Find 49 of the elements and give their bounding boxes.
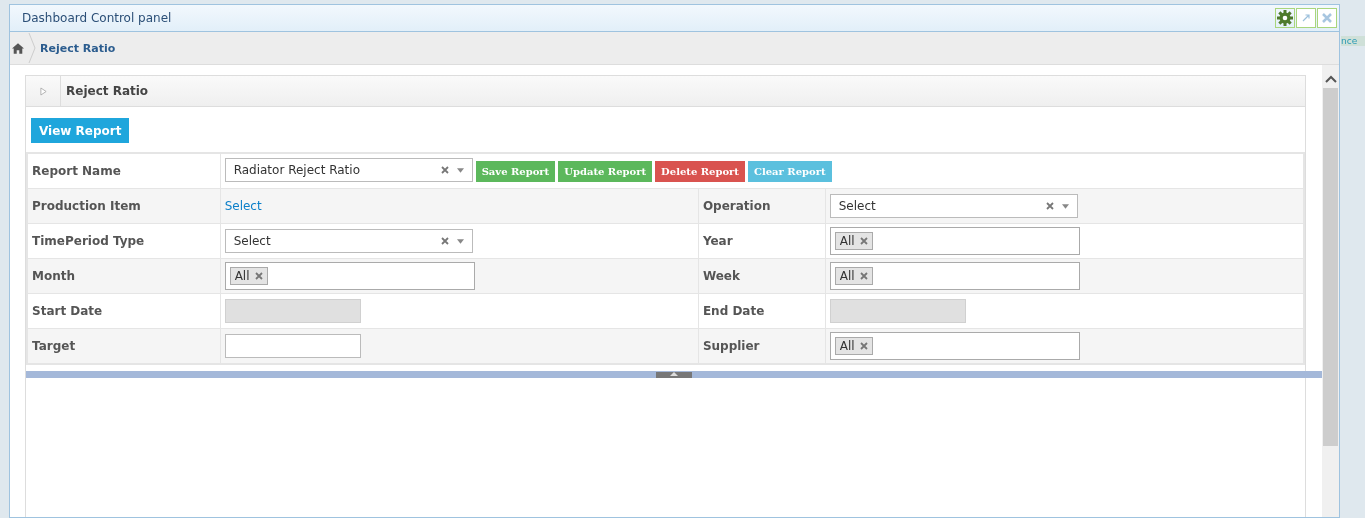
remove-tag-icon[interactable] xyxy=(859,342,868,350)
collapse-handle[interactable] xyxy=(656,372,692,378)
field-label: Start Date xyxy=(27,293,221,329)
selected-tag[interactable]: All xyxy=(834,267,873,285)
field-label: Month xyxy=(27,258,221,294)
selected-tag[interactable]: All xyxy=(229,267,268,285)
select-link[interactable]: Select xyxy=(224,199,262,213)
field-label: Year xyxy=(698,223,826,259)
home-icon[interactable] xyxy=(12,42,24,54)
remove-tag-icon[interactable] xyxy=(859,272,868,280)
remove-tag-icon[interactable] xyxy=(859,237,868,245)
scroll-thumb[interactable] xyxy=(1323,88,1338,446)
dropdown-caret-icon[interactable] xyxy=(456,238,464,244)
remove-tag-icon[interactable] xyxy=(254,272,263,280)
breadcrumb-separator-icon xyxy=(28,33,36,63)
field-label: Target xyxy=(27,328,221,364)
selected-tag[interactable]: All xyxy=(834,232,873,250)
background-window-text: nce xyxy=(1341,36,1359,46)
field-label: Supplier xyxy=(698,328,826,364)
select-field[interactable]: Select xyxy=(224,229,473,253)
settings-icon[interactable] xyxy=(1275,8,1295,28)
field-label: Week xyxy=(698,258,826,294)
scroll-up-icon[interactable] xyxy=(1324,75,1337,83)
field-label: Operation xyxy=(698,188,826,224)
report-select[interactable]: Radiator Reject Ratio xyxy=(224,158,473,182)
multi-select-field[interactable]: All xyxy=(224,262,475,290)
input-field[interactable] xyxy=(224,334,361,358)
window-title: Dashboard Control panel xyxy=(22,11,172,25)
breadcrumb-link[interactable]: Reject Ratio xyxy=(40,41,116,55)
select-field[interactable]: Select xyxy=(829,194,1078,218)
clear-icon[interactable] xyxy=(440,237,449,245)
multi-select-field[interactable]: All xyxy=(829,227,1080,255)
report-action-button[interactable]: Delete Report xyxy=(655,161,745,182)
scrollbar[interactable] xyxy=(1322,65,1339,517)
field-label: Production Item xyxy=(27,188,221,224)
field-label: TimePeriod Type xyxy=(27,223,221,259)
selected-tag[interactable]: All xyxy=(834,337,873,355)
close-icon[interactable] xyxy=(1317,8,1337,28)
field-label: End Date xyxy=(698,293,826,329)
expand-arrow-icon xyxy=(39,86,47,96)
panel-title: Reject Ratio xyxy=(65,84,149,98)
field-label: Report Name xyxy=(27,153,221,189)
splitter-bar[interactable] xyxy=(26,371,1322,378)
dropdown-caret-icon[interactable] xyxy=(456,167,464,173)
multi-select-field[interactable]: All xyxy=(829,332,1080,360)
multi-select-field[interactable]: All xyxy=(829,262,1080,290)
dropdown-caret-icon[interactable] xyxy=(1061,203,1069,209)
clear-icon[interactable] xyxy=(440,166,449,174)
clear-icon[interactable] xyxy=(1045,202,1054,210)
